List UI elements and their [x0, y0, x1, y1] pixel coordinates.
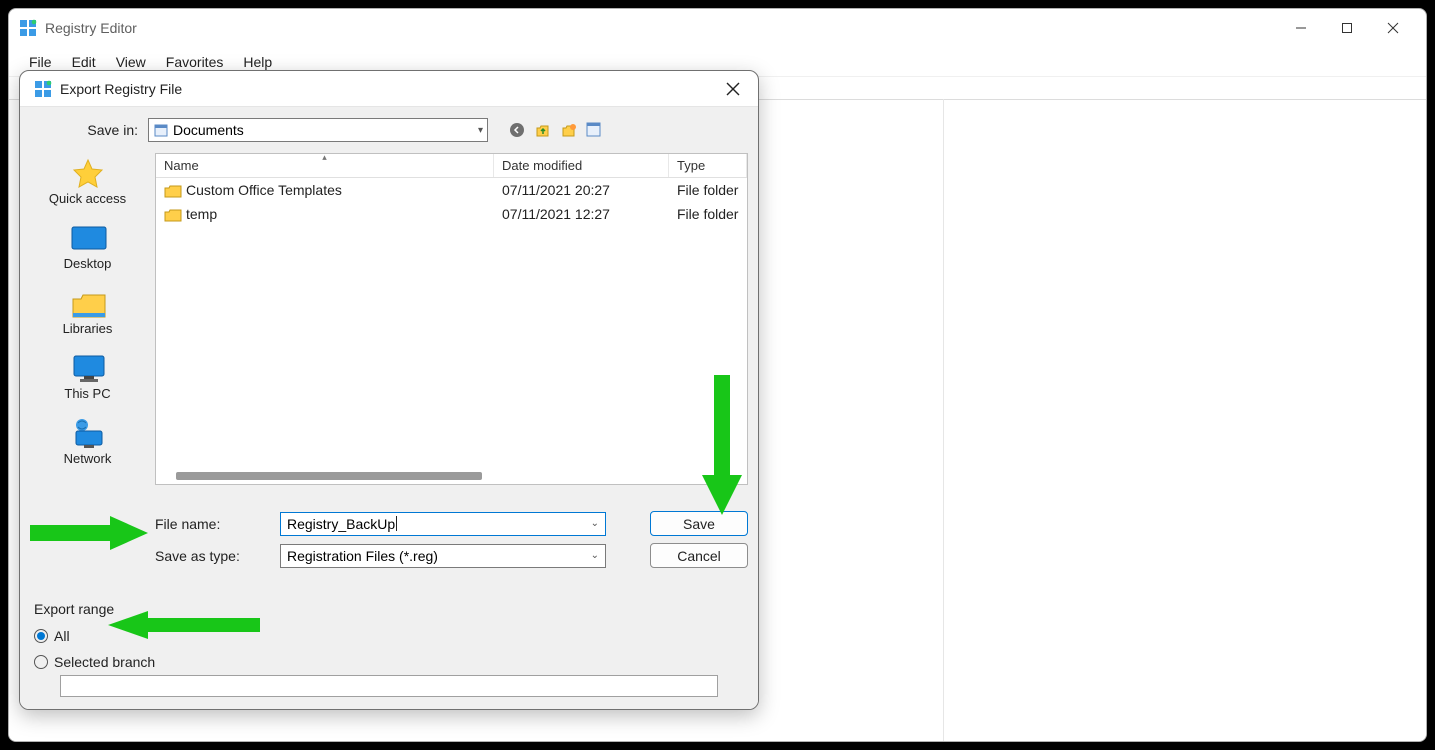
new-folder-icon[interactable]: [560, 121, 578, 139]
dialog-title: Export Registry File: [60, 81, 182, 97]
radio-icon: [34, 629, 48, 643]
file-name-label: File name:: [155, 516, 280, 532]
place-this-pc[interactable]: This PC: [20, 352, 155, 401]
star-icon: [68, 157, 108, 191]
file-row[interactable]: Custom Office Templates 07/11/2021 20:27…: [156, 178, 747, 202]
place-libraries[interactable]: Libraries: [20, 287, 155, 336]
chevron-down-icon: ▾: [478, 125, 483, 136]
export-registry-file-dialog: Export Registry File Save in: Documents …: [19, 70, 759, 710]
column-name: Name▴: [156, 154, 494, 177]
titlebar: Registry Editor: [9, 9, 1426, 47]
save-as-type-combo[interactable]: Registration Files (*.reg) ⌄: [280, 544, 606, 568]
folder-icon: [164, 184, 182, 198]
chevron-down-icon: ⌄: [591, 518, 599, 529]
back-icon[interactable]: [508, 121, 526, 139]
save-as-type-label: Save as type:: [155, 548, 280, 564]
monitor-icon: [68, 352, 108, 386]
dialog-titlebar: Export Registry File: [20, 71, 758, 107]
radio-selected-branch[interactable]: Selected branch: [34, 649, 748, 675]
save-button[interactable]: Save: [650, 511, 748, 536]
network-icon: [68, 417, 108, 451]
maximize-button[interactable]: [1324, 13, 1370, 43]
desktop-icon: [68, 222, 108, 256]
place-quick-access[interactable]: Quick access: [20, 157, 155, 206]
cancel-button[interactable]: Cancel: [650, 543, 748, 568]
horizontal-scrollbar[interactable]: [176, 472, 601, 482]
save-in-combo[interactable]: Documents ▾: [148, 118, 488, 142]
file-name-input[interactable]: Registry_BackUp ⌄: [280, 512, 606, 536]
save-in-label: Save in:: [20, 122, 148, 138]
place-desktop[interactable]: Desktop: [20, 222, 155, 271]
export-range-group: Export range All Selected branch: [34, 601, 748, 697]
sort-asc-icon: ▴: [322, 152, 327, 163]
up-one-level-icon[interactable]: [534, 121, 552, 139]
regedit-icon: [19, 19, 37, 37]
export-range-label: Export range: [34, 601, 748, 617]
file-list-header[interactable]: Name▴ Date modified Type: [156, 154, 747, 178]
radio-icon: [34, 655, 48, 669]
window-title: Registry Editor: [45, 20, 137, 36]
file-list[interactable]: Name▴ Date modified Type Custom Office T…: [155, 153, 748, 485]
window-controls: [1278, 13, 1416, 43]
libraries-icon: [68, 287, 108, 321]
view-menu-icon[interactable]: ▾: [586, 121, 604, 139]
close-button[interactable]: [1370, 13, 1416, 43]
save-in-value: Documents: [173, 122, 244, 138]
folder-icon: [164, 208, 182, 222]
column-date: Date modified: [494, 154, 669, 177]
file-row[interactable]: temp 07/11/2021 12:27 File folder: [156, 202, 747, 226]
column-type: Type: [669, 154, 747, 177]
selected-branch-input[interactable]: [60, 675, 718, 697]
dialog-close-button[interactable]: [722, 78, 744, 100]
chevron-down-icon: ⌄: [591, 550, 599, 561]
radio-all[interactable]: All: [34, 623, 748, 649]
place-network[interactable]: Network: [20, 417, 155, 466]
minimize-button[interactable]: [1278, 13, 1324, 43]
regedit-icon: [34, 80, 52, 98]
